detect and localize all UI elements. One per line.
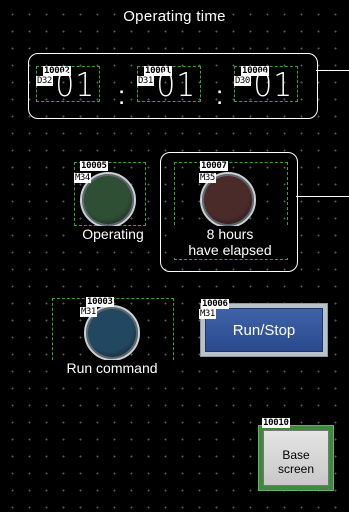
base-screen-id: 10010 (262, 418, 290, 428)
run-stop-button-face[interactable]: Run/Stop (205, 308, 323, 352)
run-command-lamp-device: M31 (80, 307, 97, 317)
elapsed-leader-line (296, 196, 349, 197)
counter-minutes-value: 01 (156, 65, 196, 104)
counter-minutes: 10001 D31 01 (137, 65, 201, 104)
elapsed-lamp-id: 10007 (200, 161, 228, 171)
counter-hours-device: D32 (36, 76, 53, 86)
separator-1: : (118, 80, 126, 110)
counter-minutes-device: D31 (137, 76, 154, 86)
counter-hours: 10002 D32 01 (36, 65, 100, 104)
counter-seconds-value: 01 (253, 65, 293, 104)
operating-label: Operating (70, 226, 156, 242)
base-screen-button[interactable]: Base screen (258, 425, 334, 491)
base-screen-button-face[interactable]: Base screen (263, 430, 329, 486)
operating-lamp-device: M34 (74, 173, 91, 183)
run-command-label: Run command (48, 360, 176, 376)
elapsed-lamp-device: M35 (199, 173, 216, 183)
counter-seconds: 10000 D30 01 (234, 65, 298, 104)
run-stop-id: 10006 (201, 299, 229, 309)
run-stop-device: M31 (199, 309, 216, 319)
separator-2: : (216, 80, 224, 110)
run-stop-label: Run/Stop (232, 321, 296, 339)
counter-hours-value: 01 (55, 65, 95, 104)
run-command-lamp-id: 10003 (86, 297, 114, 307)
counter-seconds-device: D30 (234, 76, 251, 86)
time-leader-line (316, 70, 349, 71)
screen-title: Operating time (123, 8, 226, 25)
base-screen-label-line1: Base (282, 448, 310, 462)
operating-lamp-id: 10005 (80, 161, 108, 171)
elapsed-label-line1: 8 hours (170, 226, 290, 242)
elapsed-label-line2: have elapsed (170, 242, 290, 258)
run-stop-button[interactable]: Run/Stop (200, 303, 328, 357)
base-screen-label-line2: screen (277, 462, 315, 476)
